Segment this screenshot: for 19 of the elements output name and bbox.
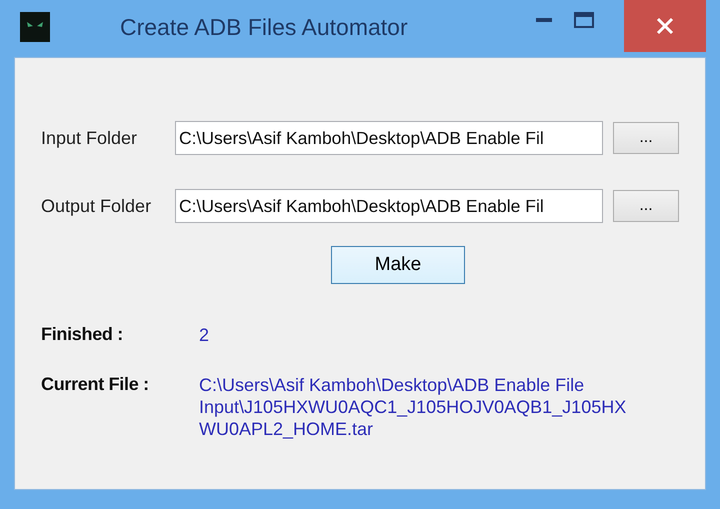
window-title: Create ADB Files Automator (120, 14, 409, 41)
maximize-icon (574, 12, 594, 28)
field-label: Input Folder (41, 128, 138, 148)
field-label: Output Folder (41, 196, 152, 216)
browse-button[interactable]: ... (613, 190, 679, 222)
status-value: Input\J105HXWU0AQC1_J105HOJV0AQB1_J105HX (199, 396, 626, 418)
close-button[interactable] (624, 0, 706, 52)
status-value: WU0APL2_HOME.tar (199, 418, 374, 440)
app-icon (20, 12, 50, 42)
status-label: Current File : (41, 374, 150, 395)
make-button[interactable]: Make (331, 246, 465, 284)
status-label: Finished : (41, 324, 124, 345)
close-icon (656, 17, 674, 35)
browse-button[interactable]: ... (613, 122, 679, 154)
minimize-icon (536, 18, 552, 22)
folder-path-field[interactable]: C:\Users\Asif Kamboh\Desktop\ADB Enable Fil (175, 189, 603, 223)
status-value: C:\Users\Asif Kamboh\Desktop\ADB Enable File (199, 374, 586, 396)
status-value: 2 (199, 324, 210, 346)
folder-path-field[interactable]: C:\Users\Asif Kamboh\Desktop\ADB Enable Fil (175, 121, 603, 155)
